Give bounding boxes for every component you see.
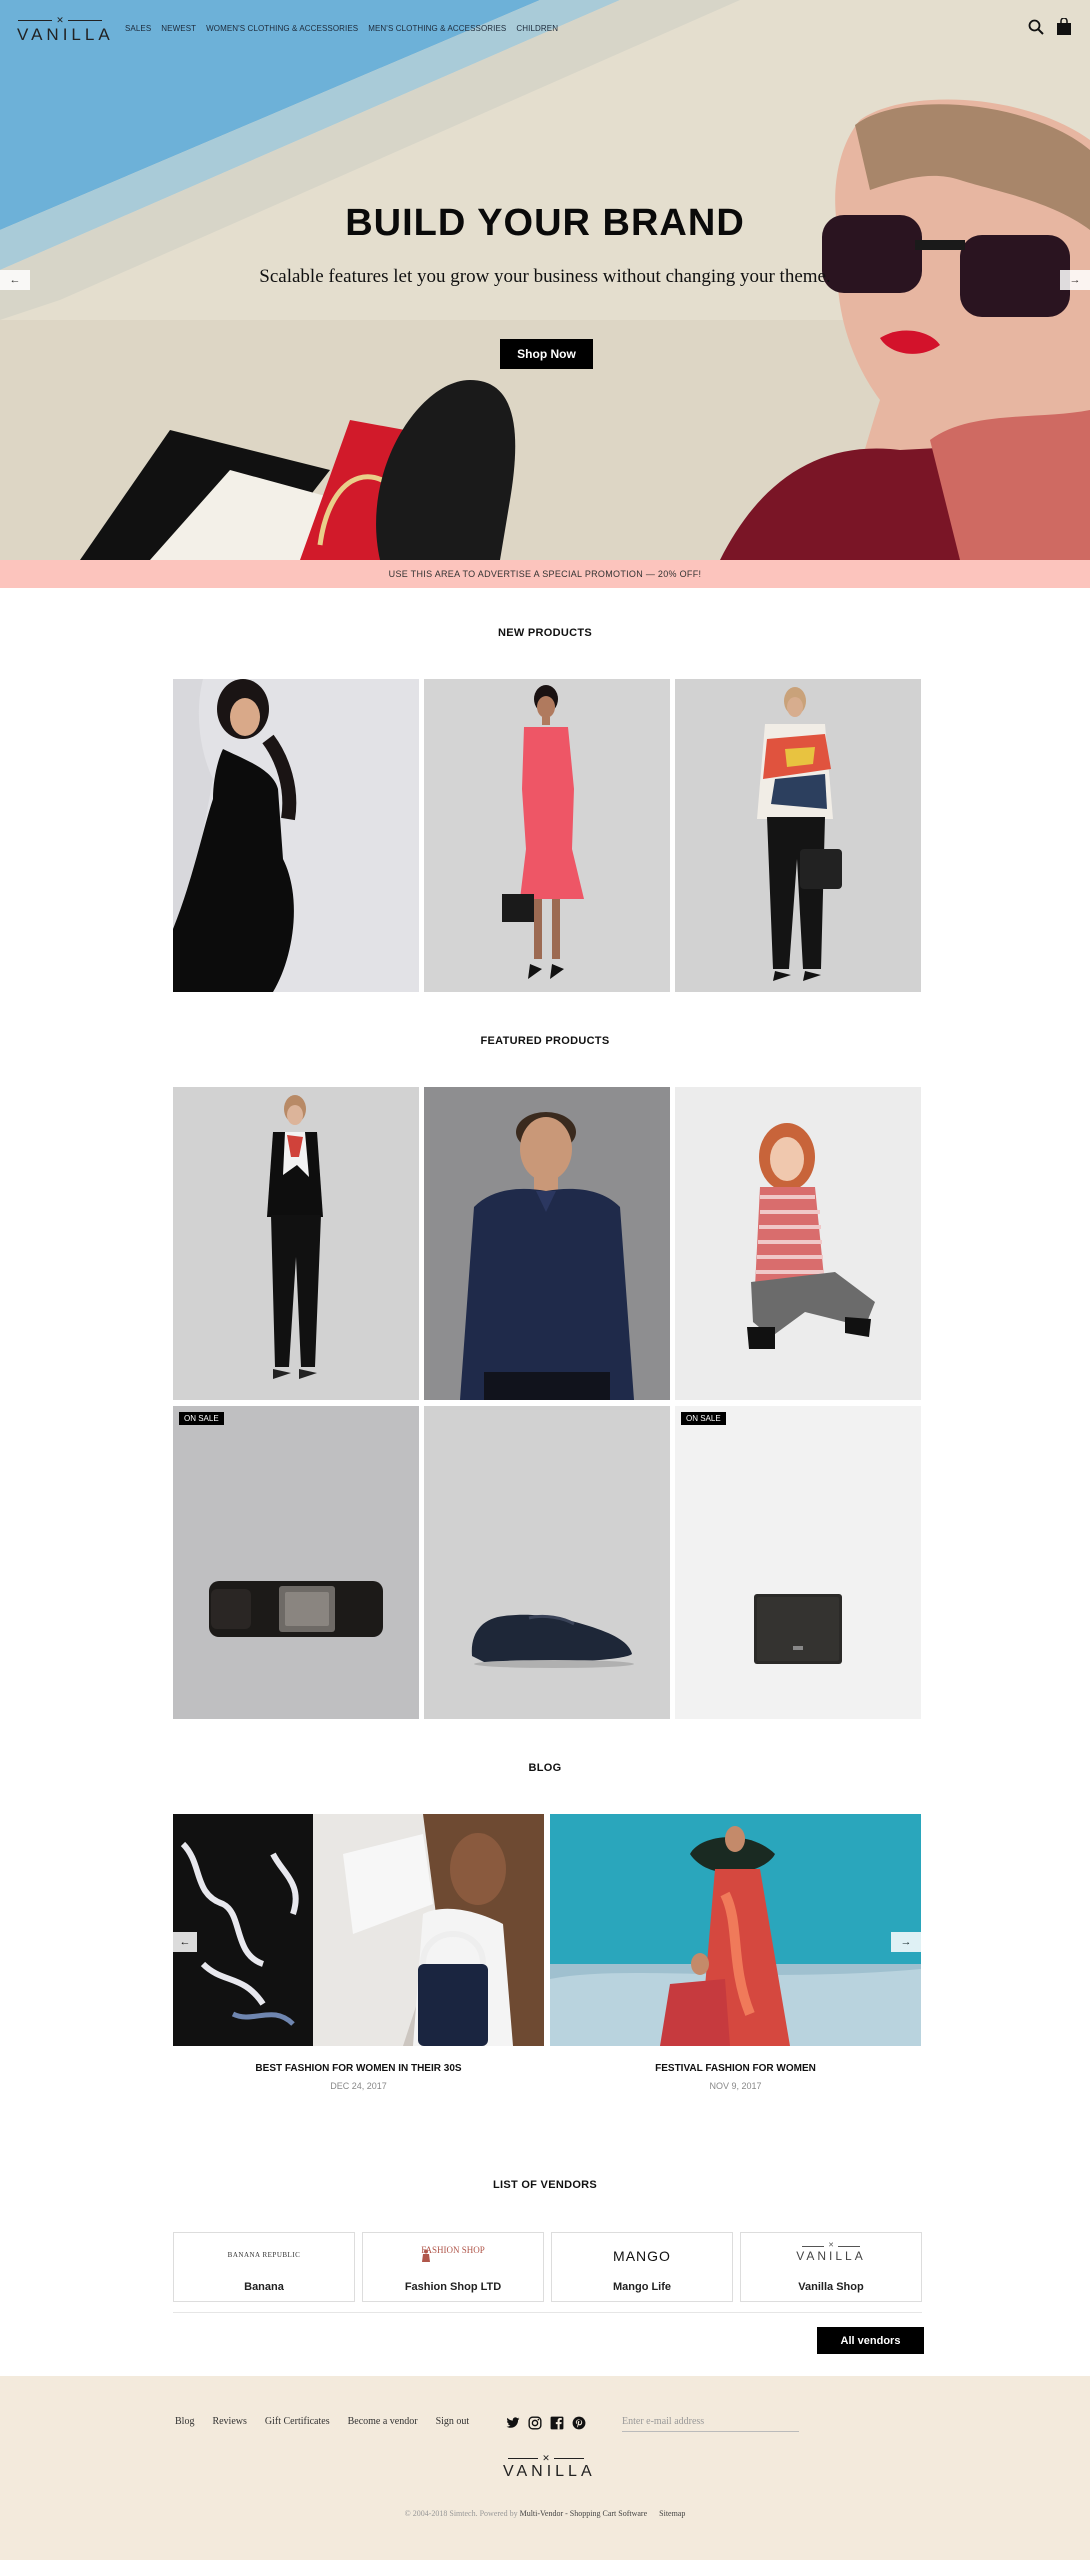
blog-image-fashion-30s [173, 1814, 544, 2046]
site-header: ✕ VANILLA SALES NEWEST WOMEN'S CLOTHING … [0, 0, 1090, 60]
product-card[interactable] [173, 1087, 419, 1400]
promo-banner[interactable]: USE THIS AREA TO ADVERTISE A SPECIAL PRO… [0, 560, 1090, 588]
product-card[interactable] [173, 679, 419, 992]
fashion-shop-figure-icon [422, 2249, 430, 2262]
fashion-shop-logo: FASHION SHOP [421, 2245, 485, 2255]
main-nav: SALES NEWEST WOMEN'S CLOTHING & ACCESSOR… [125, 24, 558, 33]
vendor-name: Vanilla Shop [798, 2281, 864, 2293]
vendor-name: Fashion Shop LTD [404, 2281, 502, 2293]
product-card[interactable] [424, 1087, 670, 1400]
on-sale-badge: ON SALE [179, 1412, 224, 1425]
mango-logo: MANGO [613, 2248, 671, 2264]
search-icon[interactable] [1028, 19, 1044, 35]
product-image [675, 1406, 921, 1719]
pinterest-icon[interactable] [572, 2416, 586, 2430]
bag-icon[interactable] [1056, 18, 1072, 36]
header-icons [1028, 18, 1072, 36]
shop-now-button[interactable]: Shop Now [500, 339, 593, 369]
vanilla-vendor-logo: ✕ VANILLA [741, 2242, 921, 2263]
blog-prev-arrow[interactable]: ← [173, 1932, 197, 1952]
product-image [424, 679, 670, 992]
hero-subtitle: Scalable features let you grow your busi… [259, 266, 831, 287]
social-links [506, 2416, 586, 2430]
banana-republic-logo: BANANA REPUBLIC [227, 2251, 301, 2259]
logo-ornament: ✕ [17, 16, 103, 25]
all-vendors-button[interactable]: All vendors [817, 2327, 924, 2354]
blog-post-date: NOV 9, 2017 [709, 2081, 762, 2091]
on-sale-badge: ON SALE [681, 1412, 726, 1425]
footer-logo-text: VANILLA [503, 2463, 596, 2480]
blog-image-festival [550, 1814, 921, 2046]
blog-post-image[interactable]: → [550, 1814, 921, 2046]
blog-post-title[interactable]: BEST FASHION FOR WOMEN IN THEIR 30S [173, 2063, 544, 2074]
site-footer: Blog Reviews Gift Certificates Become a … [0, 2376, 1090, 2560]
footer-link-gift-certificates[interactable]: Gift Certificates [265, 2416, 330, 2427]
product-image [675, 1087, 921, 1400]
blog-post-date: DEC 24, 2017 [330, 2081, 387, 2091]
blog-next-arrow[interactable]: → [891, 1932, 921, 1952]
footer-link-blog[interactable]: Blog [175, 2416, 194, 2427]
vendor-name: Mango Life [612, 2281, 672, 2293]
nav-children[interactable]: CHILDREN [516, 24, 558, 33]
vanilla-logo[interactable]: ✕ VANILLA [17, 16, 114, 45]
copyright: © 2004-2018 Simtech. Powered by Multi-Ve… [0, 2509, 1090, 2518]
nav-newest[interactable]: NEWEST [161, 24, 196, 33]
blog-post-title[interactable]: FESTIVAL FASHION FOR WOMEN [550, 2063, 921, 2074]
vendor-card-mango[interactable]: MANGO Mango Life [551, 2232, 733, 2302]
copyright-text: © 2004-2018 Simtech. Powered by [404, 2509, 518, 2518]
footer-link-sign-out[interactable]: Sign out [436, 2416, 470, 2427]
product-card[interactable] [675, 1087, 921, 1400]
product-image [173, 679, 419, 992]
instagram-icon[interactable] [528, 2416, 542, 2430]
vanilla-vendor-logo-text: VANILLA [796, 2249, 866, 2263]
hero-title: BUILD YOUR BRAND [345, 202, 745, 244]
product-card[interactable] [675, 679, 921, 992]
blog-post-image[interactable]: ← [173, 1814, 544, 2046]
logo-text: VANILLA [17, 25, 114, 44]
vendors-title: LIST OF VENDORS [492, 2179, 598, 2191]
newsletter-email-input[interactable] [622, 2412, 799, 2432]
product-image [675, 679, 921, 992]
blog-title: BLOG [528, 1762, 562, 1774]
product-image [173, 1406, 419, 1719]
product-card[interactable]: ON SALE [675, 1406, 921, 1719]
hero-banner: BUILD YOUR BRAND Scalable features let y… [0, 0, 1090, 560]
divider [173, 2312, 922, 2313]
product-card[interactable] [424, 1406, 670, 1719]
product-image [424, 1406, 670, 1719]
vendor-card-banana[interactable]: BANANA REPUBLIC Banana [173, 2232, 355, 2302]
hero-next-arrow[interactable]: → [1060, 270, 1090, 290]
sitemap-link[interactable]: Sitemap [659, 2509, 685, 2518]
nav-womens[interactable]: WOMEN'S CLOTHING & ACCESSORIES [206, 24, 358, 33]
product-card[interactable]: ON SALE [173, 1406, 419, 1719]
facebook-icon[interactable] [550, 2416, 564, 2430]
vendor-card-fashion-shop[interactable]: FASHION SHOP Fashion Shop LTD [362, 2232, 544, 2302]
nav-sales[interactable]: SALES [125, 24, 151, 33]
powered-by-link[interactable]: Multi-Vendor - Shopping Cart Software [520, 2509, 648, 2518]
vendor-name: Banana [244, 2281, 284, 2293]
footer-link-reviews[interactable]: Reviews [212, 2416, 246, 2427]
product-card[interactable] [424, 679, 670, 992]
footer-links: Blog Reviews Gift Certificates Become a … [175, 2416, 469, 2427]
footer-link-become-vendor[interactable]: Become a vendor [348, 2416, 418, 2427]
footer-logo[interactable]: ✕ VANILLA [503, 2454, 596, 2481]
new-products-title: NEW PRODUCTS [497, 627, 593, 639]
vendor-card-vanilla[interactable]: ✕ VANILLA Vanilla Shop [740, 2232, 922, 2302]
nav-mens[interactable]: MEN'S CLOTHING & ACCESSORIES [368, 24, 506, 33]
product-image [424, 1087, 670, 1400]
twitter-icon[interactable] [506, 2416, 520, 2430]
product-image [173, 1087, 419, 1400]
featured-products-title: FEATURED PRODUCTS [480, 1035, 610, 1047]
hero-prev-arrow[interactable]: ← [0, 270, 30, 290]
